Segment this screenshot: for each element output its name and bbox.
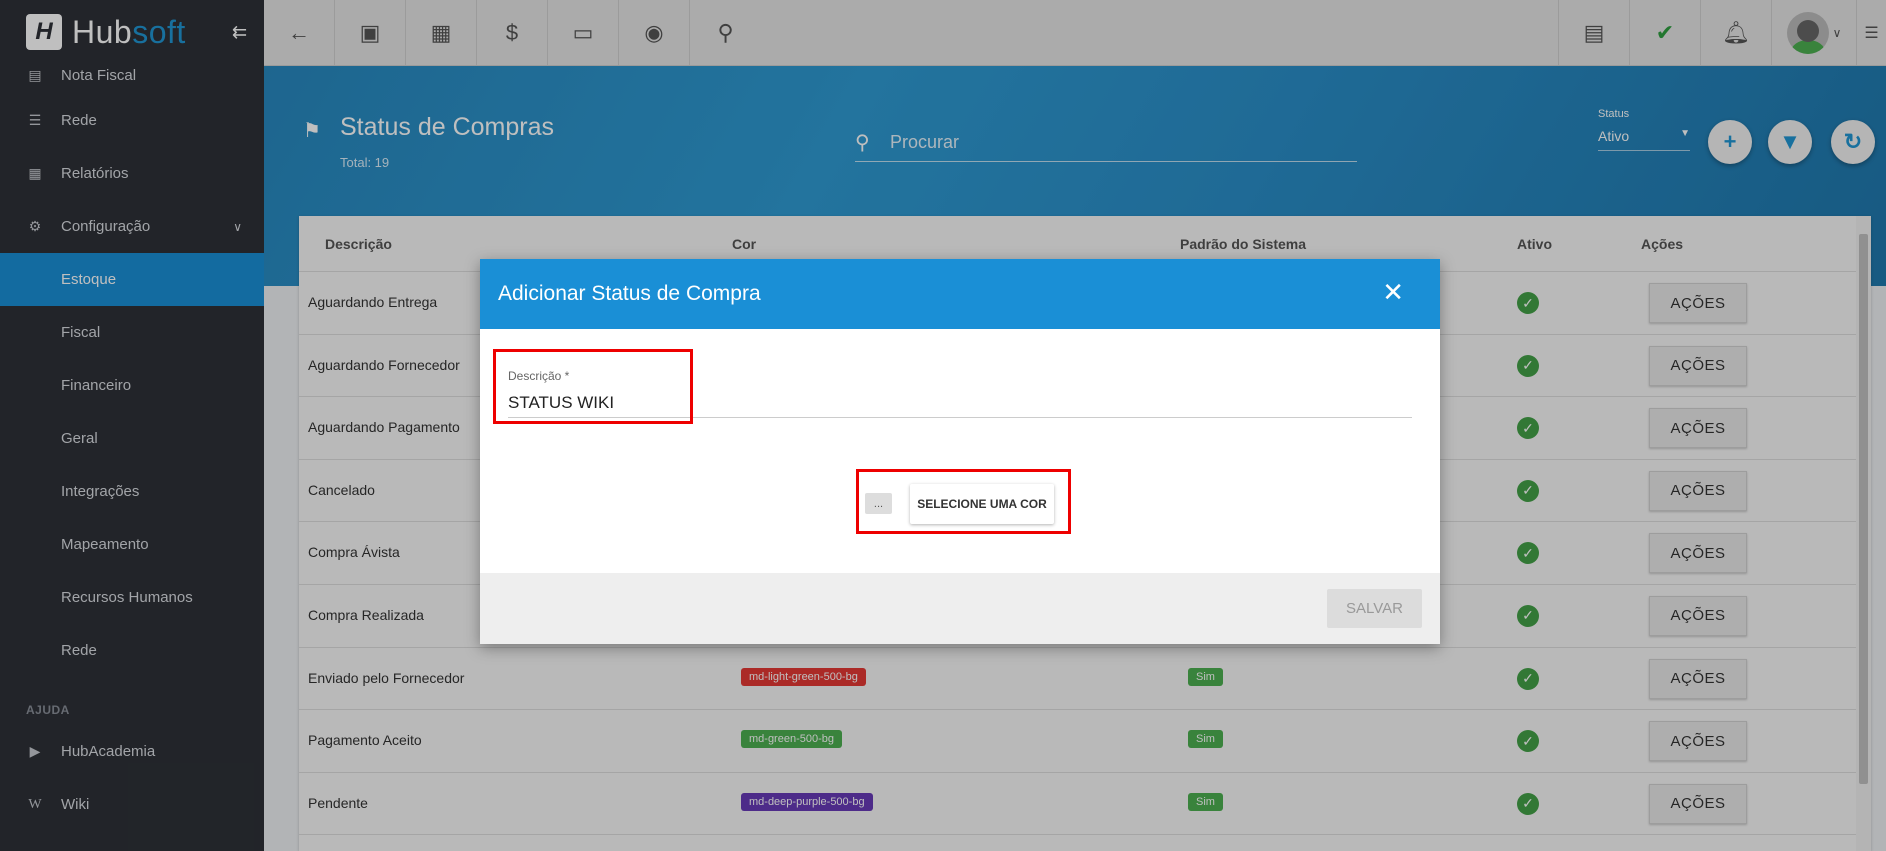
highlight-color xyxy=(856,469,1071,534)
highlight-descricao xyxy=(493,349,693,424)
save-button[interactable]: SALVAR xyxy=(1327,589,1422,628)
close-icon[interactable]: ✕ xyxy=(1382,279,1404,305)
dialog-title: Adicionar Status de Compra xyxy=(498,282,761,305)
dialog-footer: SALVAR xyxy=(480,573,1440,644)
dialog-header: Adicionar Status de Compra ✕ xyxy=(480,259,1440,329)
dialog-body: Descrição * STATUS WIKI ... SELECIONE UM… xyxy=(480,329,1440,573)
add-status-dialog: Adicionar Status de Compra ✕ Descrição *… xyxy=(480,259,1440,644)
